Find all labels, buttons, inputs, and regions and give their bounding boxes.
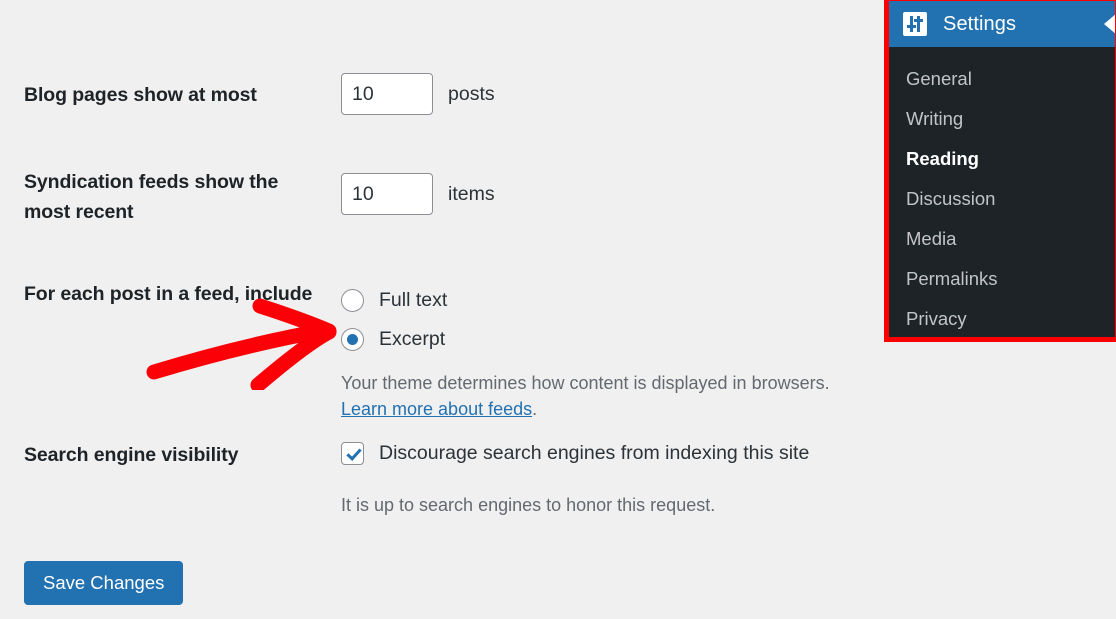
sidebar-item-reading[interactable]: Reading (889, 139, 1115, 179)
blog-pages-label: Blog pages show at most (24, 84, 257, 106)
feed-include-help: Your theme determines how content is dis… (341, 370, 880, 422)
feed-include-help-suffix: . (532, 399, 538, 419)
settings-sliders-icon (903, 12, 927, 36)
radio-full-text-label: Full text (379, 288, 448, 311)
radio-excerpt-label: Excerpt (379, 327, 446, 350)
sidebar-title: Settings (943, 12, 1017, 35)
sidebar-item-general[interactable]: General (889, 59, 1115, 99)
sidebar-header[interactable]: Settings (889, 1, 1115, 47)
triangle-right-icon (1104, 13, 1115, 35)
syndication-feeds-field-group: items (341, 173, 495, 215)
learn-more-about-feeds-link[interactable]: Learn more about feeds (341, 399, 532, 419)
search-visibility-field-group: Discourage search engines from indexing … (341, 442, 809, 518)
radio-option-full-text[interactable]: Full text (341, 283, 880, 317)
blog-pages-field-group: posts (341, 73, 495, 115)
sidebar-item-discussion[interactable]: Discussion (889, 179, 1115, 219)
radio-full-text-icon[interactable] (341, 288, 364, 312)
syndication-feeds-unit-label: items (448, 183, 495, 205)
discourage-search-engines-label: Discourage search engines from indexing … (379, 442, 810, 464)
reading-settings-form: Blog pages show at most posts Syndicatio… (0, 0, 880, 619)
syndication-feeds-input[interactable] (341, 173, 433, 215)
sidebar-item-writing[interactable]: Writing (889, 99, 1115, 139)
sidebar-item-media[interactable]: Media (889, 219, 1115, 259)
radio-excerpt-icon[interactable] (341, 327, 364, 351)
search-visibility-label: Search engine visibility (24, 444, 239, 466)
discourage-search-engines-checkbox[interactable] (341, 442, 364, 465)
feed-include-help-text: Your theme determines how content is dis… (341, 373, 830, 393)
blog-pages-unit-label: posts (448, 83, 495, 105)
feed-include-options: Full text Excerpt Your theme determines … (341, 283, 880, 422)
blog-pages-input[interactable] (341, 73, 433, 115)
search-visibility-help: It is up to search engines to honor this… (341, 495, 716, 515)
radio-option-excerpt[interactable]: Excerpt (341, 322, 880, 356)
feed-include-label: For each post in a feed, include (24, 283, 313, 305)
discourage-search-engines-row[interactable]: Discourage search engines from indexing … (341, 442, 809, 465)
sidebar-item-privacy[interactable]: Privacy (889, 299, 1115, 339)
syndication-feeds-label: Syndication feeds show the most recent (24, 171, 279, 223)
sidebar-menu-list: General Writing Reading Discussion Media… (889, 47, 1115, 339)
save-changes-button[interactable]: Save Changes (24, 561, 184, 605)
settings-sidebar-menu: Settings General Writing Reading Discuss… (884, 0, 1116, 342)
sidebar-item-permalinks[interactable]: Permalinks (889, 259, 1115, 299)
